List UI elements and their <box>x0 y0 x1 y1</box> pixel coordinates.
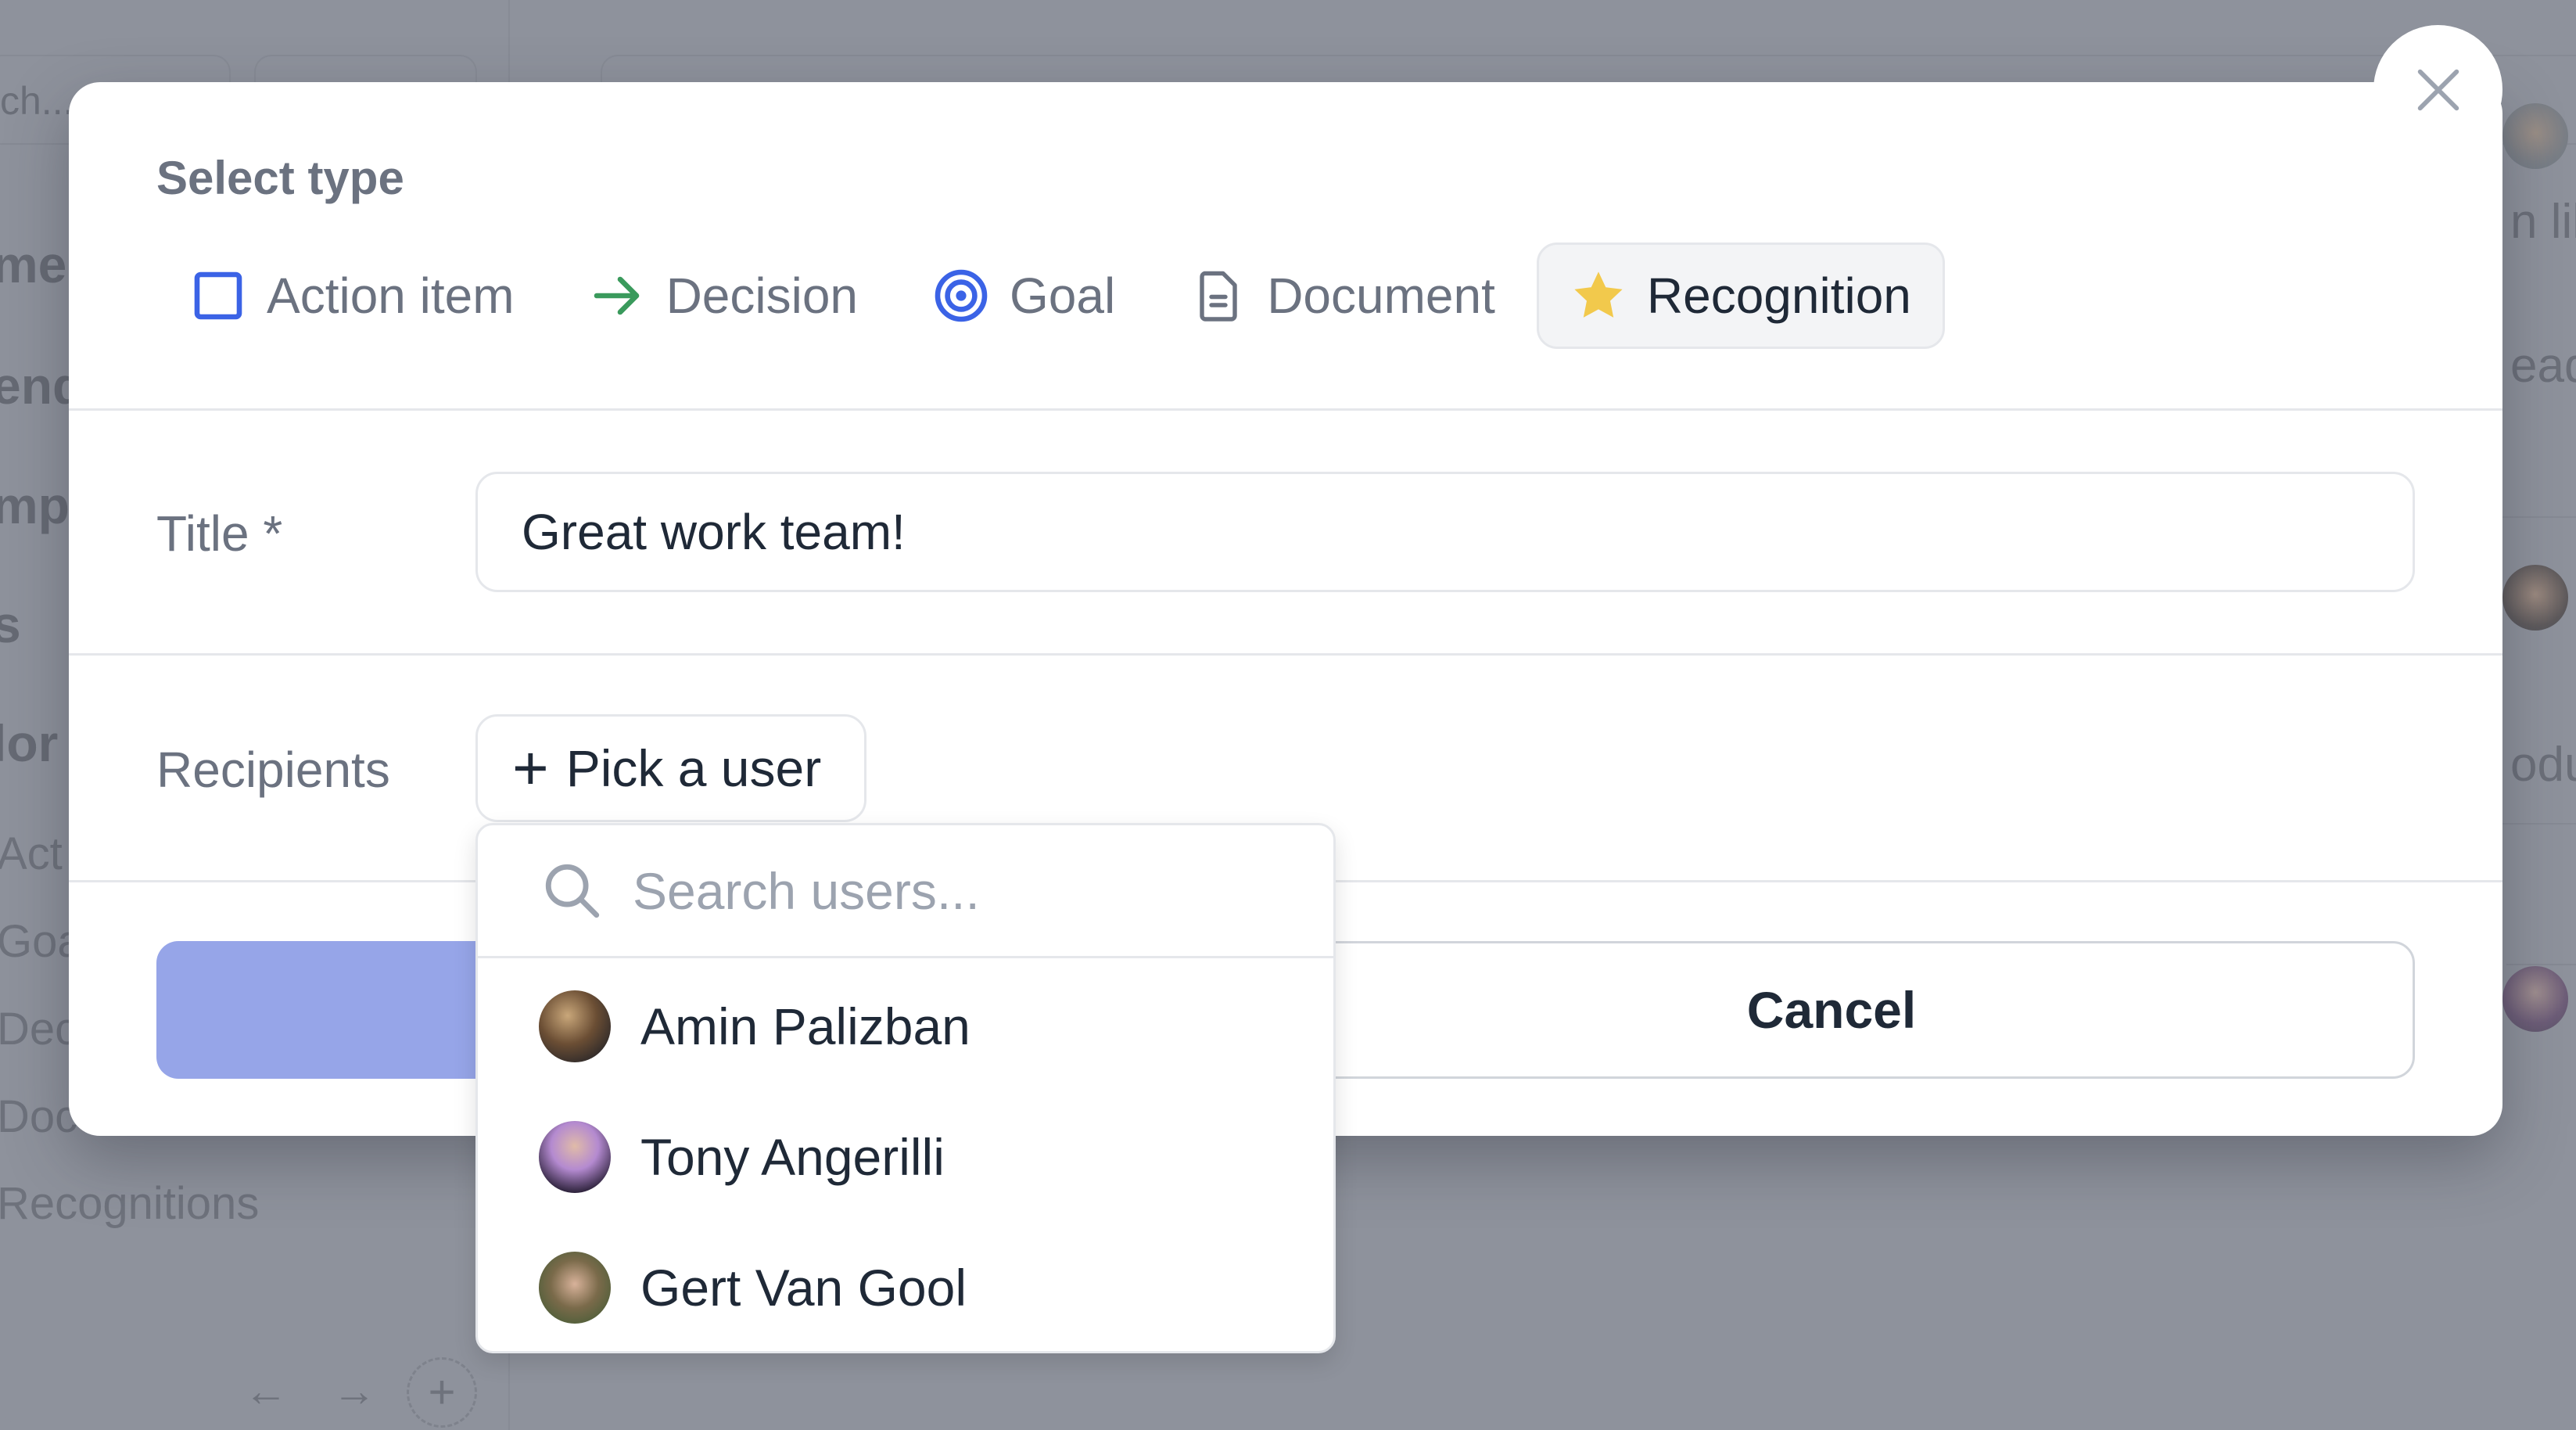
user-name: Amin Palizban <box>640 997 970 1055</box>
bg-add-icon: + <box>407 1357 477 1428</box>
user-search-input[interactable] <box>633 861 1258 921</box>
avatar <box>539 1251 611 1324</box>
type-option-label: Document <box>1267 268 1495 324</box>
bg-avatar <box>2502 565 2568 631</box>
bg-sidebar-subitem: Act <box>0 828 63 879</box>
plus-icon: + <box>512 733 549 803</box>
type-selector: Action item Decision Goal Document Recog… <box>156 243 1953 349</box>
bg-sidebar-subitem: Recognitions <box>0 1178 260 1229</box>
user-option[interactable]: Tony Angerilli <box>478 1091 1333 1222</box>
user-name: Tony Angerilli <box>640 1127 945 1186</box>
close-icon <box>2417 69 2459 110</box>
cancel-button[interactable]: Cancel <box>1248 941 2415 1079</box>
bg-sidebar-item: lor <box>0 714 59 772</box>
bg-sidebar-item: me <box>0 235 67 293</box>
star-icon <box>1570 268 1627 324</box>
bg-text-fragment: odu <box>2510 738 2576 792</box>
title-input[interactable] <box>475 472 2415 592</box>
user-option[interactable]: Gert Van Gool <box>478 1222 1333 1353</box>
type-option-decision[interactable]: Decision <box>556 243 892 349</box>
search-icon <box>545 864 600 918</box>
divider <box>69 653 2502 656</box>
bg-divider <box>2502 823 2576 825</box>
bg-search-placeholder: ch... <box>0 79 74 123</box>
type-option-document[interactable]: Document <box>1157 243 1529 349</box>
bg-back-arrow-icon: ← <box>244 1366 288 1415</box>
type-option-goal[interactable]: Goal <box>899 243 1149 349</box>
bg-sidebar-subitem: Dec <box>0 1004 78 1055</box>
bg-forward-arrow-icon: → <box>332 1366 376 1415</box>
bg-divider <box>2502 516 2576 518</box>
user-list: Amin Palizban Tony Angerilli Gert Van Go… <box>478 961 1333 1353</box>
user-picker-dropdown: Amin Palizban Tony Angerilli Gert Van Go… <box>475 823 1336 1353</box>
user-option[interactable]: Amin Palizban <box>478 961 1333 1091</box>
bg-avatar <box>2502 103 2568 169</box>
type-option-label: Recognition <box>1646 268 1911 324</box>
bg-text-fragment: n lik <box>2510 195 2576 249</box>
type-option-recognition[interactable]: Recognition <box>1536 243 1945 349</box>
bg-sidebar-item: s <box>0 595 21 653</box>
bg-divider <box>2506 964 2576 965</box>
type-option-label: Action item <box>267 268 515 324</box>
user-search-bar <box>478 825 1333 958</box>
avatar <box>539 990 611 1062</box>
title-label: Title * <box>156 505 283 562</box>
pick-user-button[interactable]: + Pick a user <box>475 714 866 822</box>
target-icon <box>933 268 989 324</box>
type-option-label: Goal <box>1010 268 1116 324</box>
bg-text-fragment: ead <box>2510 339 2576 393</box>
user-name: Gert Van Gool <box>640 1258 967 1317</box>
type-option-label: Decision <box>666 268 858 324</box>
arrow-right-icon <box>590 268 646 324</box>
bg-sidebar-subitem: Doc <box>0 1091 78 1142</box>
pick-user-label: Pick a user <box>565 739 822 797</box>
select-type-label: Select type <box>156 152 404 204</box>
avatar <box>539 1120 611 1193</box>
type-option-action-item[interactable]: Action item <box>156 243 548 349</box>
divider <box>69 408 2502 411</box>
recipients-label: Recipients <box>156 742 390 798</box>
bg-avatar <box>2502 966 2568 1032</box>
document-icon <box>1190 268 1247 324</box>
checkbox-icon <box>190 268 246 324</box>
close-button[interactable] <box>2373 25 2502 154</box>
